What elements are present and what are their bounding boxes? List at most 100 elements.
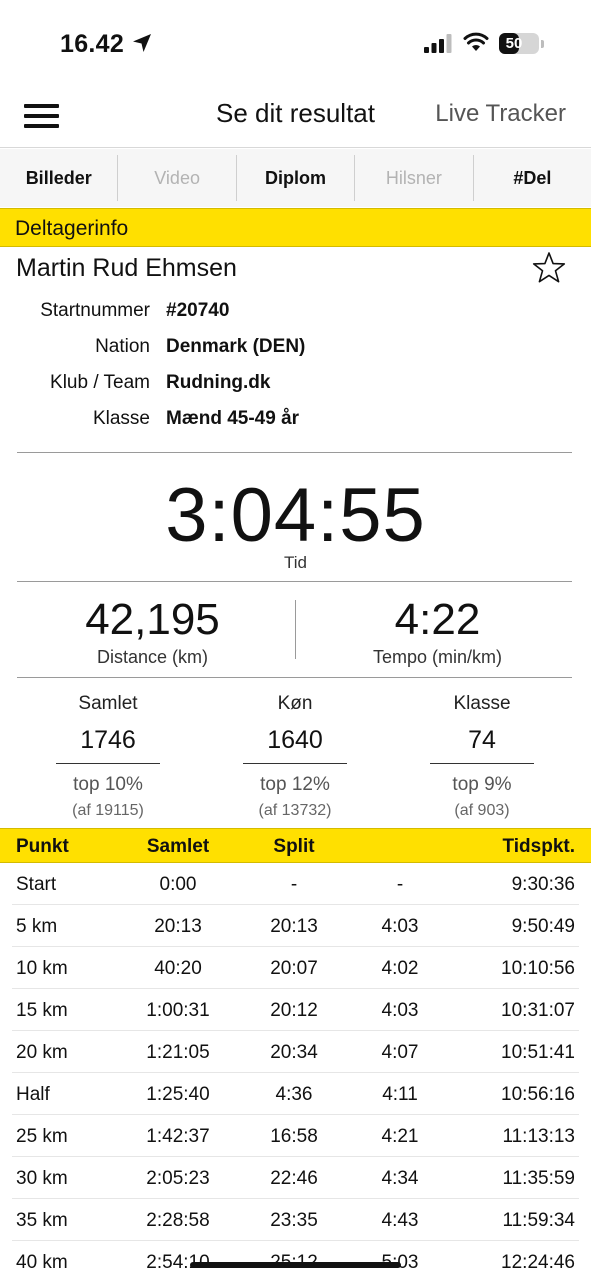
header-split: Split [273,836,315,857]
cell-split: 23:35 [270,1210,318,1231]
cell-split: 22:46 [270,1168,318,1189]
cell-point: 10 km [16,958,68,979]
rank-gender: Køn 1640 top 12% (af 13732) [220,692,370,821]
cell-point: 40 km [16,1252,68,1273]
cell-split: 20:13 [270,916,318,937]
header-total: Samlet [146,836,210,857]
pace-stat: 4:22 Tempo (min/km) [290,595,585,668]
rank-class: Klasse 74 top 9% (af 903) [407,692,557,821]
info-value: #20740 [166,300,230,321]
table-row: 35 km 2:28:58 23:35 4:43 11:59:34 [0,1199,591,1241]
cell-point: 15 km [16,1000,68,1021]
table-row: 30 km 2:05:23 22:46 4:34 11:35:59 [0,1157,591,1199]
rank-underline [56,763,160,764]
cell-total: 1:21:05 [146,1042,210,1063]
header-point: Punkt [16,836,69,857]
tab-billeder[interactable]: Billeder [0,155,119,201]
cell-pace: 4:21 [381,1126,419,1147]
info-row-startnummer: Startnummer #20740 [0,300,591,326]
cell-clock: 9:50:49 [511,916,575,937]
rank-of-total: (af 903) [454,802,510,819]
cell-clock: 9:30:36 [511,874,575,895]
cell-clock: 10:31:07 [501,1000,575,1021]
rank-title: Klasse [453,693,511,714]
table-row: Start 0:00 - - 9:30:36 [0,863,591,905]
rank-top-percent: top 9% [452,774,512,795]
cell-pace: - [396,874,404,895]
favorite-star-icon[interactable] [532,251,566,285]
cell-pace: 4:43 [381,1210,419,1231]
divider [17,452,572,453]
battery-icon: 50 [499,33,539,54]
cell-total: 2:28:58 [146,1210,210,1231]
cell-clock: 10:56:16 [501,1084,575,1105]
cell-split: - [290,874,298,895]
info-row-nation: Nation Denmark (DEN) [0,336,591,362]
cell-clock: 12:24:46 [501,1252,575,1273]
cell-total: 1:00:31 [146,1000,210,1021]
cell-total: 1:42:37 [146,1126,210,1147]
cell-pace: 4:07 [381,1042,419,1063]
info-row-klub: Klub / Team Rudning.dk [0,372,591,398]
cell-pace: 4:34 [381,1168,419,1189]
location-arrow-icon [133,34,151,52]
cell-total: 1:25:40 [146,1084,210,1105]
info-value: Denmark (DEN) [166,336,306,357]
divider [17,677,572,678]
table-row: 10 km 40:20 20:07 4:02 10:10:56 [0,947,591,989]
tab-diplom[interactable]: Diplom [237,155,356,201]
cell-point: 25 km [16,1126,68,1147]
cell-pace: 4:11 [382,1084,418,1105]
table-row: 40 km2:54:1025:125:0312:24:46 [0,1241,591,1280]
rank-underline [243,763,347,764]
status-bar: 16.42 50 [0,0,591,86]
info-value: Mænd 45-49 år [166,408,300,429]
table-row: 20 km 1:21:05 20:34 4:07 10:51:41 [0,1031,591,1073]
media-tabs: Billeder Video Diplom Hilsner #Del [0,149,591,207]
cell-clock: 11:13:13 [502,1126,575,1147]
battery-percent: 50 [505,35,523,52]
cell-split: 16:58 [270,1126,318,1147]
cell-clock: 11:35:59 [502,1168,575,1189]
pace-value: 4:22 [394,595,481,644]
info-value: Rudning.dk [166,372,271,393]
pace-label: Tempo (min/km) [372,647,502,667]
distance-stat: 42,195 Distance (km) [5,595,300,668]
section-header-deltagerinfo: Deltagerinfo [0,208,591,247]
finish-time-label: Tid [284,553,307,572]
section-title: Deltagerinfo [15,217,129,240]
cell-point: 5 km [16,916,58,937]
info-label: Startnummer [40,300,150,321]
cell-split: 20:12 [270,1000,318,1021]
rank-value: 1746 [80,726,136,754]
rank-of-total: (af 19115) [72,802,144,819]
rank-top-percent: top 10% [73,774,143,795]
cell-clock: 10:51:41 [501,1042,575,1063]
rank-title: Samlet [78,693,138,714]
menu-icon[interactable] [24,104,59,128]
rank-of-total: (af 13732) [258,802,332,819]
info-label: Klasse [92,408,150,429]
table-row: 25 km 1:42:37 16:58 4:21 11:13:13 [0,1115,591,1157]
info-label: Nation [95,336,150,357]
cell-total: 20:13 [154,916,202,937]
tab-del[interactable]: #Del [474,155,591,201]
rank-overall: Samlet 1746 top 10% (af 19115) [33,692,183,821]
cell-point: 35 km [16,1210,68,1231]
cell-split: 20:34 [270,1042,318,1063]
live-tracker-link[interactable]: Live Tracker [435,100,566,128]
rank-underline [430,763,534,764]
wifi-icon [463,32,489,51]
tab-hilsner[interactable]: Hilsner [355,155,474,201]
splits-table-header: Punkt Samlet Split Tidspkt. [0,828,591,863]
cell-total: 2:05:23 [146,1168,210,1189]
status-time: 16.42 [60,30,125,58]
tab-video[interactable]: Video [118,155,237,201]
cellular-signal-icon [424,34,452,53]
distance-label: Distance (km) [96,647,208,667]
top-nav: Se dit resultat Live Tracker [0,86,591,148]
table-row: 15 km 1:00:31 20:12 4:03 10:31:07 [0,989,591,1031]
rank-value: 1640 [267,726,323,754]
finish-time: 3:04:55 [165,473,426,558]
info-label: Klub / Team [50,372,150,393]
